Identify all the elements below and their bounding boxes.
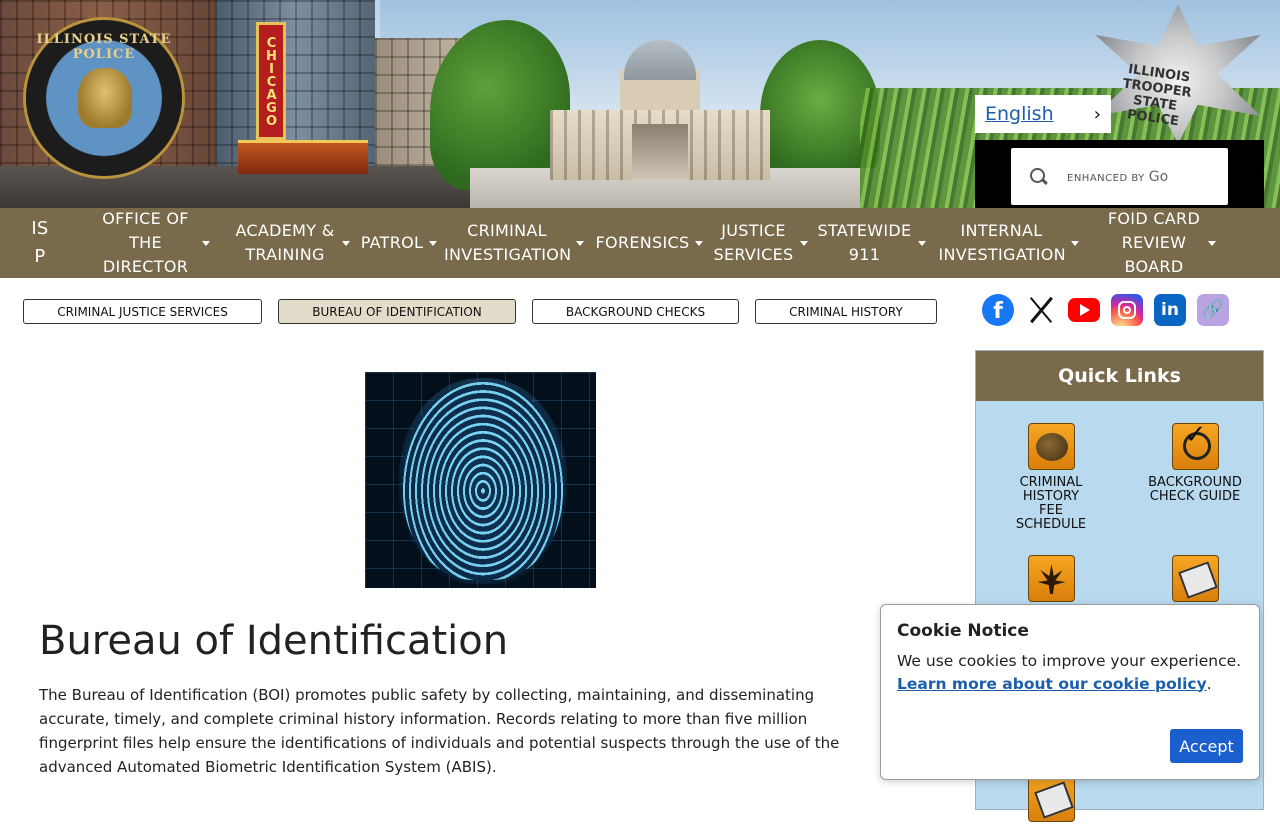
chevron-right-icon[interactable]: ›	[1094, 104, 1101, 125]
instagram-icon[interactable]	[1111, 294, 1143, 326]
language-selector[interactable]: English ›	[975, 95, 1111, 133]
caret-down-icon	[1208, 240, 1216, 246]
seal-text: ILLINOIS STATE POLICE	[36, 32, 172, 62]
subnav-background-checks[interactable]: BACKGROUND CHECKS	[532, 299, 739, 324]
chicago-sign: CHICAGO	[256, 22, 286, 140]
nav-statewide-911[interactable]: STATEWIDE 911	[811, 208, 932, 278]
magnifier-check-icon[interactable]	[1171, 423, 1219, 470]
quick-link-cannabis[interactable]	[981, 555, 1121, 608]
nav-academy-training[interactable]: ACADEMY & TRAINING	[225, 208, 359, 278]
cookie-notice: Cookie Notice We use cookies to improve …	[880, 604, 1260, 780]
search-input[interactable]: ENHANCED BY Go	[1011, 148, 1228, 205]
fingerprint-image	[365, 372, 596, 588]
caret-down-icon	[799, 240, 808, 246]
search-icon[interactable]	[1029, 167, 1049, 187]
nav-foid-card-review-board[interactable]: FOID CARD REVIEW BOARD	[1085, 208, 1237, 278]
search-panel: ENHANCED BY Go	[975, 140, 1264, 208]
subnav-bureau-of-identification[interactable]: BUREAU OF IDENTIFICATION	[278, 299, 516, 324]
caret-down-icon	[342, 240, 350, 246]
nav-forensics[interactable]: FORENSICS	[589, 208, 710, 278]
language-link[interactable]: English	[985, 103, 1054, 125]
nav-patrol[interactable]: PATROL	[359, 208, 439, 278]
page-title: Bureau of Identification	[39, 618, 509, 664]
caret-down-icon	[917, 240, 926, 246]
quick-link-criminal-history-fee-schedule[interactable]: CRIMINAL HISTORY FEE SCHEDULE	[981, 423, 1121, 532]
quick-link-background-check-guide[interactable]: BACKGROUND CHECK GUIDE	[1125, 423, 1265, 504]
nav-justice-services[interactable]: JUSTICE SERVICES	[710, 208, 811, 278]
eagle-icon	[78, 68, 132, 128]
document-icon[interactable]	[1027, 775, 1075, 822]
nav-internal-investigation[interactable]: INTERNAL INVESTIGATION	[932, 208, 1085, 278]
youtube-icon[interactable]	[1068, 294, 1100, 326]
nav-office-of-the-director[interactable]: OFFICE OF THE DIRECTOR	[80, 208, 225, 278]
intro-paragraph: The Bureau of Identification (BOI) promo…	[39, 686, 840, 776]
subnav-criminal-history[interactable]: CRIMINAL HISTORY	[755, 299, 937, 324]
quick-link-document[interactable]	[981, 775, 1121, 828]
isp-seal-logo[interactable]: ILLINOIS STATE POLICE	[26, 20, 182, 176]
fingerprint-coin-icon[interactable]	[1027, 423, 1075, 470]
theater-marquee	[238, 140, 368, 174]
search-branding: ENHANCED BY Go	[1067, 168, 1169, 185]
x-twitter-icon[interactable]	[1025, 294, 1057, 326]
cookie-title: Cookie Notice	[897, 621, 1029, 641]
capitol-statue	[632, 124, 688, 180]
nav-criminal-investigation[interactable]: CRIMINAL INVESTIGATION	[439, 208, 589, 278]
id-card-icon[interactable]	[1171, 555, 1219, 602]
facebook-icon[interactable]: f	[982, 294, 1014, 326]
main-nav: IS P OFFICE OF THE DIRECTOR ACADEMY & TR…	[0, 208, 1280, 278]
subnav-criminal-justice-services[interactable]: CRIMINAL JUSTICE SERVICES	[23, 299, 262, 324]
caret-down-icon	[695, 240, 704, 246]
cookie-policy-link[interactable]: Learn more about our cookie policy	[897, 675, 1207, 693]
quick-links-heading: Quick Links	[976, 351, 1263, 401]
cannabis-leaf-icon[interactable]	[1027, 555, 1075, 602]
caret-down-icon	[1070, 240, 1079, 246]
accept-cookies-button[interactable]: Accept	[1170, 729, 1243, 763]
cookie-text: We use cookies to improve your experienc…	[897, 652, 1242, 693]
caret-down-icon	[576, 240, 584, 246]
caret-down-icon	[429, 240, 438, 246]
nav-home-isp[interactable]: IS P	[0, 208, 80, 278]
quick-link-card[interactable]	[1125, 555, 1265, 608]
link-icon[interactable]: 🔗	[1197, 294, 1229, 326]
badge-text: ILLINOIS TROOPER STATE POLICE	[1121, 61, 1193, 130]
linkedin-icon[interactable]: in	[1154, 294, 1186, 326]
header-banner: CHICAGO ILLINOIS STATE POLICE ILLINOIS T…	[0, 0, 1280, 208]
caret-down-icon	[201, 240, 210, 246]
